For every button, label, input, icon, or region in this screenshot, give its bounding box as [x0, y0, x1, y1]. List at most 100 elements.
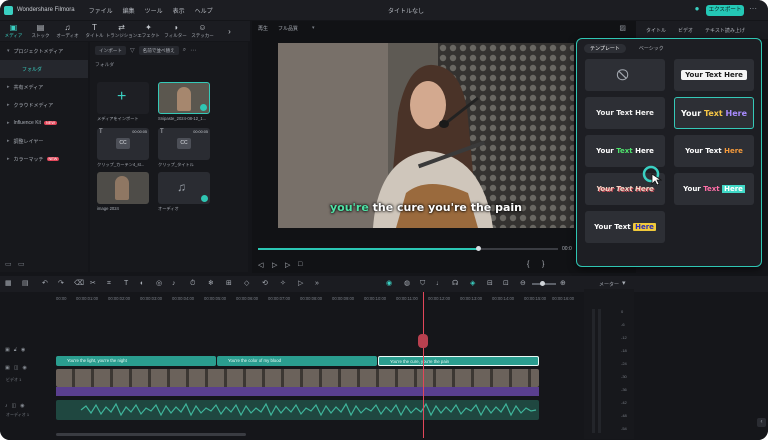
- tab-stock[interactable]: ▤ ストック: [27, 21, 54, 41]
- tracks-icon[interactable]: ▤: [22, 280, 29, 288]
- toolbar-next-button[interactable]: ›: [216, 21, 243, 41]
- template-box[interactable]: Your Text Here: [674, 59, 754, 91]
- zoom-in-icon[interactable]: ⊕: [560, 280, 566, 288]
- more-tools-icon[interactable]: »: [315, 280, 319, 288]
- fit-icon[interactable]: ⊡: [503, 280, 509, 288]
- media-item-title-clip[interactable]: CC T 00:00:05: [97, 128, 149, 160]
- folder-icon[interactable]: ▭: [18, 260, 25, 268]
- menu-edit[interactable]: 編集: [123, 6, 135, 15]
- crop-icon[interactable]: ⌗: [107, 280, 111, 288]
- lock-icon[interactable]: ◫: [14, 365, 19, 371]
- video-clip[interactable]: [56, 369, 539, 387]
- sidebar-item-cloud-media[interactable]: ▸ クラウドメディア: [0, 96, 88, 114]
- delete-icon[interactable]: ⌫: [74, 280, 84, 288]
- speed-icon[interactable]: ⏱: [190, 280, 195, 288]
- audio-clip[interactable]: [56, 400, 539, 420]
- shield-icon[interactable]: ⛉: [420, 280, 425, 288]
- more-icon[interactable]: ⋯: [190, 47, 196, 54]
- template-green[interactable]: Your Text Here: [585, 135, 665, 167]
- tab-text-to-speech[interactable]: テキスト読み上げ: [705, 27, 745, 34]
- media-item-title-clip-2[interactable]: CC T 00:00:05: [158, 128, 210, 160]
- subtitle-clip[interactable]: You're the cure, you're the pain: [378, 356, 539, 366]
- layout-icon[interactable]: ▦: [5, 280, 12, 288]
- template-tricolor[interactable]: Your Text Here: [674, 97, 754, 129]
- expand-panel-button[interactable]: ‹: [757, 418, 766, 427]
- zoom-slider-handle[interactable]: [540, 281, 545, 286]
- filter-icon[interactable]: ▽: [130, 47, 135, 54]
- audio-icon[interactable]: ♪: [172, 280, 176, 288]
- tab-titles[interactable]: T タイトル: [81, 21, 108, 41]
- undo-icon[interactable]: ↶: [42, 280, 48, 288]
- prev-frame-icon[interactable]: ◁: [258, 261, 263, 269]
- playhead[interactable]: [423, 292, 424, 438]
- media-item-video[interactable]: [158, 82, 210, 114]
- step-back-icon[interactable]: ▷: [272, 261, 277, 269]
- mark-in-icon[interactable]: {: [527, 261, 529, 268]
- speaker-icon[interactable]: ♪: [5, 403, 8, 409]
- account-icon[interactable]: ●: [692, 4, 702, 14]
- lock-icon[interactable]: 🔓︎: [14, 347, 17, 353]
- render-icon[interactable]: ▷: [298, 280, 303, 288]
- mute-icon[interactable]: ◉: [20, 403, 24, 409]
- split-icon[interactable]: ✂: [90, 280, 96, 288]
- ai-icon[interactable]: ✧: [280, 280, 286, 288]
- menu-tools[interactable]: ツール: [145, 6, 163, 15]
- tab-filters[interactable]: ◑ フィルター: [162, 21, 189, 41]
- snapshot-icon[interactable]: ▨: [619, 24, 626, 32]
- tab-stickers[interactable]: ☺ ステッカー: [189, 21, 216, 41]
- search-icon[interactable]: ⌕: [183, 47, 186, 54]
- eye-icon[interactable]: ◉: [22, 365, 26, 371]
- media-item-audio[interactable]: ♫: [158, 172, 210, 204]
- tab-basic[interactable]: ベーシック: [633, 44, 670, 53]
- import-dropdown[interactable]: インポート: [95, 46, 126, 55]
- text-icon[interactable]: T: [124, 280, 128, 288]
- player-mode-dropdown[interactable]: 再生: [258, 25, 268, 32]
- track-icon[interactable]: ▣: [5, 347, 10, 353]
- menu-file[interactable]: ファイル: [89, 6, 113, 15]
- stabilize-icon[interactable]: ⊞: [226, 280, 232, 288]
- mask-icon[interactable]: ◐: [140, 280, 144, 288]
- template-none[interactable]: ⃠: [585, 59, 665, 91]
- playhead-handle[interactable]: [418, 334, 428, 348]
- timeline-ruler[interactable]: 00:00 00:00:01:00 00:00:02:00 00:00:03:0…: [56, 295, 576, 304]
- magnet-icon[interactable]: ◉: [386, 280, 392, 288]
- chevron-down-icon[interactable]: ▾: [622, 280, 626, 288]
- media-item-image[interactable]: [97, 172, 149, 204]
- freeze-icon[interactable]: ❄: [208, 280, 214, 288]
- tab-effects[interactable]: ✦ エフェクト: [135, 21, 162, 41]
- export-button[interactable]: エクスポート: [706, 5, 744, 16]
- sidebar-item-color-match[interactable]: ▸ カラーマッチ NEW: [0, 150, 88, 168]
- sidebar-item-adjustment-layer[interactable]: ▸ 調整レイヤー: [0, 132, 88, 150]
- sort-dropdown[interactable]: 名前で並べ替え: [138, 46, 179, 55]
- sidebar-item-project-media[interactable]: ▾ プロジェクトメディア: [0, 42, 88, 60]
- color-icon[interactable]: ◎: [156, 280, 162, 288]
- tab-video[interactable]: ビデオ: [678, 27, 693, 34]
- playback-scrubber[interactable]: [258, 246, 558, 251]
- template-pink-teal[interactable]: Your Text Here: [674, 173, 754, 205]
- redo-icon[interactable]: ↷: [58, 280, 64, 288]
- sidebar-item-influence-kit[interactable]: ▸ Influence Kit NEW: [0, 114, 88, 132]
- sidebar-item-shared-media[interactable]: ▸ 共有メディア: [0, 78, 88, 96]
- menu-help[interactable]: ヘルプ: [195, 6, 213, 15]
- marker-icon[interactable]: ◍: [404, 280, 410, 288]
- track-icon[interactable]: ▣: [5, 365, 10, 371]
- tab-media[interactable]: ▣ メディア: [0, 21, 27, 41]
- more-icon[interactable]: ⋯: [748, 4, 758, 14]
- subtitle-clip[interactable]: You're the color of my blood: [217, 356, 377, 366]
- voice-icon[interactable]: ☊: [452, 280, 458, 288]
- import-media-tile[interactable]: +: [97, 82, 149, 114]
- timeline-scrollbar[interactable]: [56, 433, 246, 436]
- ai-caption-icon[interactable]: ◈: [470, 280, 475, 288]
- tab-transitions[interactable]: ⇄ トランジション: [106, 21, 138, 41]
- subtitle-clip[interactable]: You're the light, you're the night: [56, 356, 216, 366]
- play-icon[interactable]: ▷: [285, 261, 290, 269]
- menu-view[interactable]: 表示: [173, 6, 185, 15]
- sidebar-item-folder[interactable]: フォルダ: [0, 60, 88, 78]
- quality-dropdown[interactable]: フル品質: [278, 25, 298, 32]
- template-orange[interactable]: Your Text Here: [674, 135, 754, 167]
- new-folder-icon[interactable]: ▭: [5, 260, 12, 268]
- stop-icon[interactable]: □: [298, 261, 302, 268]
- snap-icon[interactable]: ⊟: [487, 280, 493, 288]
- motion-icon[interactable]: ⟲: [262, 280, 268, 288]
- keyframe-icon[interactable]: ◇: [244, 280, 249, 288]
